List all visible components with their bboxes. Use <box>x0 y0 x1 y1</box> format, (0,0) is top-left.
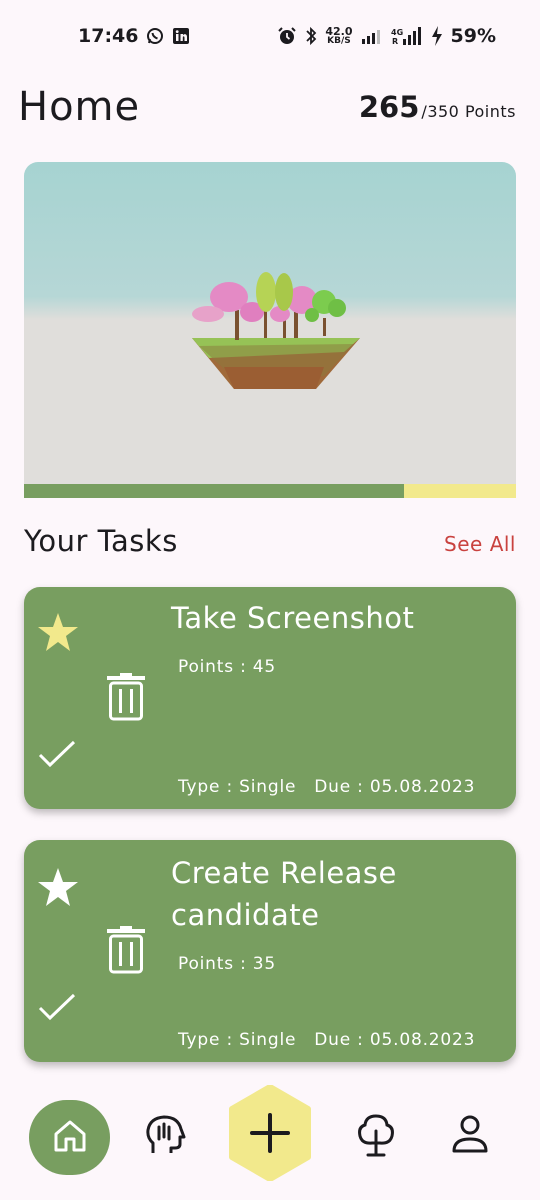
check-icon[interactable] <box>38 992 76 1026</box>
points-current: 265 <box>358 90 420 124</box>
battery-percent: 59% <box>450 25 496 47</box>
net-speed: 42.0 KB/S <box>325 26 352 46</box>
tree-icon <box>356 1113 396 1161</box>
nav-profile-button[interactable] <box>446 1113 494 1161</box>
whatsapp-icon <box>146 27 164 45</box>
status-bar: 17:46 42.0 KB/S 4G R 59% <box>0 0 540 72</box>
task-type: Type : Single <box>178 777 297 797</box>
home-icon <box>51 1117 89 1159</box>
nav-home-button[interactable] <box>29 1100 110 1175</box>
linkedin-icon <box>172 27 190 45</box>
nav-tree-button[interactable] <box>352 1113 400 1161</box>
mind-icon <box>143 1113 187 1161</box>
add-icon <box>248 1111 292 1159</box>
task-due: Due : 05.08.2023 <box>314 777 476 797</box>
garden-scene <box>24 162 516 498</box>
task-points: Points : 35 <box>178 954 277 974</box>
task-card[interactable]: Create Release candidate Points : 35 Typ… <box>24 840 516 1062</box>
see-all-link[interactable]: See All <box>444 532 516 556</box>
nav-mind-button[interactable] <box>141 1113 189 1161</box>
task-type: Type : Single <box>178 1030 297 1050</box>
task-meta: Type : Single Due : 05.08.2023 <box>178 1030 475 1050</box>
bluetooth-icon <box>305 26 317 46</box>
trash-icon[interactable] <box>106 926 146 978</box>
profile-icon <box>450 1113 490 1161</box>
net-speed-unit: KB/S <box>327 36 351 46</box>
trash-icon[interactable] <box>106 673 146 725</box>
task-card[interactable]: Take Screenshot Points : 45 Type : Singl… <box>24 587 516 809</box>
section-title: Your Tasks <box>24 524 178 558</box>
garden-progress-bar <box>24 484 516 498</box>
check-icon[interactable] <box>38 739 76 773</box>
task-points: Points : 45 <box>178 657 277 677</box>
bottom-nav <box>0 1084 540 1200</box>
task-due: Due : 05.08.2023 <box>314 1030 476 1050</box>
task-title: Take Screenshot <box>171 601 415 635</box>
page-title: Home <box>18 84 141 130</box>
4g-signal-icon: 4G R <box>391 27 423 45</box>
status-time: 17:46 <box>78 25 139 47</box>
task-meta: Type : Single Due : 05.08.2023 <box>178 777 475 797</box>
star-icon[interactable] <box>36 611 80 657</box>
points-total: /350 Points <box>421 102 516 121</box>
task-title: Create Release candidate <box>171 856 397 932</box>
status-right: 42.0 KB/S 4G R 59% <box>277 25 496 47</box>
svg-text:4G: 4G <box>391 28 403 37</box>
status-left: 17:46 <box>78 25 190 47</box>
svg-text:R: R <box>392 37 398 45</box>
signal-icon <box>361 28 383 44</box>
charging-icon <box>431 26 443 46</box>
add-task-button[interactable] <box>228 1084 312 1182</box>
garden-progress-fill <box>24 484 404 498</box>
floating-island-illustration <box>192 272 360 389</box>
star-icon[interactable] <box>36 866 80 912</box>
points-summary: 265 /350 Points <box>359 90 516 124</box>
alarm-icon <box>277 26 297 46</box>
